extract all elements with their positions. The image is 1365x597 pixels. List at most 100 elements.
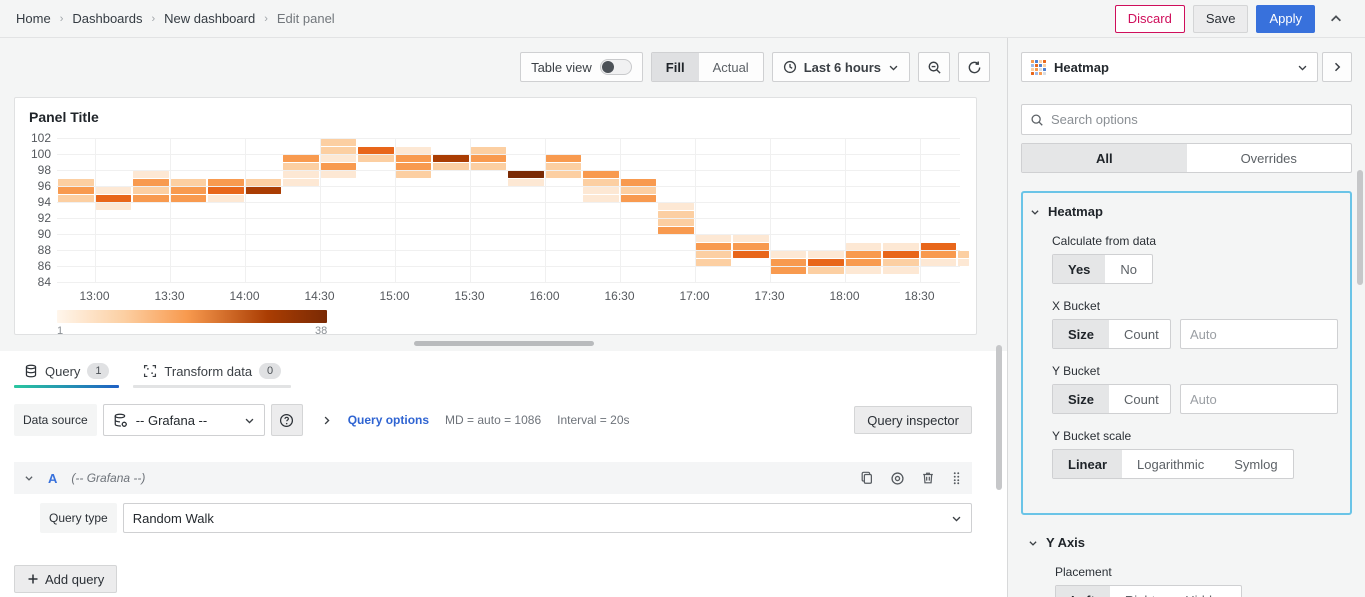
heatmap-cell[interactable] (96, 187, 132, 194)
datasource-help-button[interactable] (271, 404, 303, 436)
heatmap-cell[interactable] (133, 171, 169, 178)
table-view-toggle[interactable] (600, 59, 632, 75)
scale-linear-option[interactable]: Linear (1053, 450, 1122, 478)
actual-option[interactable]: Actual (699, 53, 763, 81)
heatmap-cell[interactable] (171, 187, 207, 194)
heatmap-cell[interactable] (471, 147, 507, 154)
heatmap-cell[interactable] (921, 259, 957, 266)
y-bucket-size-option[interactable]: Size (1053, 385, 1109, 413)
x-bucket-count-option[interactable]: Count (1109, 320, 1171, 348)
heatmap-cell[interactable] (471, 155, 507, 162)
heatmap-cell[interactable] (771, 251, 807, 258)
heatmap-cell[interactable] (808, 259, 844, 266)
datasource-select[interactable]: -- Grafana -- (103, 404, 265, 436)
heatmap-cell[interactable] (283, 179, 319, 186)
calc-yes-option[interactable]: Yes (1053, 255, 1105, 283)
heatmap-cell[interactable] (621, 179, 657, 186)
heatmap-cell[interactable] (958, 259, 969, 266)
heatmap-cell[interactable] (133, 179, 169, 186)
heatmap-cell[interactable] (208, 195, 244, 202)
heatmap-cell[interactable] (96, 195, 132, 202)
collapse-topbar-button[interactable] (1323, 10, 1349, 28)
collapse-options-button[interactable] (1322, 52, 1352, 82)
heatmap-cell[interactable] (808, 251, 844, 258)
heatmap-cell[interactable] (508, 171, 544, 178)
calc-no-option[interactable]: No (1105, 255, 1152, 283)
options-tab-overrides[interactable]: Overrides (1187, 144, 1352, 172)
heatmap-cell[interactable] (471, 163, 507, 170)
tab-query[interactable]: Query 1 (14, 357, 119, 388)
query-options-link[interactable]: Query options (348, 413, 429, 427)
duplicate-query-icon[interactable] (860, 471, 874, 485)
heatmap-cell[interactable] (283, 163, 319, 170)
query-inspector-button[interactable]: Query inspector (854, 406, 972, 434)
query-type-select[interactable]: Random Walk (123, 503, 972, 533)
zoom-out-button[interactable] (918, 52, 950, 82)
heatmap-cell[interactable] (133, 187, 169, 194)
heatmap-cell[interactable] (283, 155, 319, 162)
heatmap-cell[interactable] (621, 187, 657, 194)
angle-right-icon[interactable] (321, 415, 332, 426)
heatmap-cell[interactable] (583, 171, 619, 178)
delete-query-icon[interactable] (921, 471, 935, 485)
save-button[interactable]: Save (1193, 5, 1249, 33)
heatmap-cell[interactable] (658, 211, 694, 218)
heatmap-cell[interactable] (433, 155, 469, 162)
heatmap-cell[interactable] (658, 219, 694, 226)
refresh-button[interactable] (958, 52, 990, 82)
heatmap-cell[interactable] (396, 147, 432, 154)
placement-right-option[interactable]: Right (1110, 586, 1170, 597)
x-bucket-size-option[interactable]: Size (1053, 320, 1109, 348)
breadcrumb-home[interactable]: Home (16, 11, 51, 26)
heatmap-cell[interactable] (696, 235, 732, 242)
add-query-button[interactable]: Add query (14, 565, 117, 593)
heatmap-cell[interactable] (733, 251, 769, 258)
heatmap-cell[interactable] (433, 163, 469, 170)
y-bucket-count-option[interactable]: Count (1109, 385, 1171, 413)
chevron-down-icon[interactable] (24, 473, 34, 483)
placement-left-option[interactable]: Left (1056, 586, 1110, 597)
query-pane-scrollbar[interactable] (996, 345, 1002, 490)
options-search[interactable] (1021, 104, 1352, 135)
pane-resize-handle[interactable] (414, 341, 594, 346)
heatmap-cell[interactable] (658, 203, 694, 210)
heatmap-chart[interactable]: 102100989694929088868413:0013:3014:0014:… (27, 133, 964, 325)
heatmap-cell[interactable] (133, 195, 169, 202)
placement-hidden-option[interactable]: Hidden (1170, 586, 1241, 597)
heatmap-cell[interactable] (771, 259, 807, 266)
y-bucket-size-input[interactable] (1180, 384, 1338, 414)
heatmap-cell[interactable] (771, 267, 807, 274)
options-search-input[interactable] (1051, 112, 1343, 127)
breadcrumb-new-dashboard[interactable]: New dashboard (164, 11, 255, 26)
heatmap-cell[interactable] (546, 171, 582, 178)
heatmap-cell[interactable] (396, 163, 432, 170)
time-range-picker[interactable]: Last 6 hours (772, 52, 910, 82)
heatmap-cell[interactable] (846, 251, 882, 258)
heatmap-cell[interactable] (358, 155, 394, 162)
heatmap-cell[interactable] (583, 195, 619, 202)
heatmap-cell[interactable] (321, 163, 357, 170)
tab-transform-data[interactable]: Transform data 0 (133, 357, 291, 388)
heatmap-cell[interactable] (883, 243, 919, 250)
visualization-picker[interactable]: Heatmap (1021, 52, 1318, 82)
heatmap-cell[interactable] (883, 267, 919, 274)
heatmap-cell[interactable] (58, 187, 94, 194)
apply-button[interactable]: Apply (1256, 5, 1315, 33)
heatmap-cell[interactable] (583, 187, 619, 194)
drag-handle-icon[interactable] (951, 471, 962, 485)
heatmap-cell[interactable] (321, 171, 357, 178)
heatmap-section-header[interactable]: Heatmap (1030, 204, 1338, 219)
heatmap-cell[interactable] (621, 195, 657, 202)
heatmap-cell[interactable] (246, 187, 282, 194)
heatmap-cell[interactable] (733, 243, 769, 250)
heatmap-cell[interactable] (583, 179, 619, 186)
heatmap-cell[interactable] (396, 171, 432, 178)
heatmap-cell[interactable] (546, 163, 582, 170)
heatmap-cell[interactable] (921, 243, 957, 250)
heatmap-cell[interactable] (921, 251, 957, 258)
heatmap-cell[interactable] (58, 179, 94, 186)
heatmap-cell[interactable] (208, 187, 244, 194)
heatmap-cell[interactable] (358, 147, 394, 154)
discard-button[interactable]: Discard (1115, 5, 1185, 33)
breadcrumb-dashboards[interactable]: Dashboards (72, 11, 142, 26)
